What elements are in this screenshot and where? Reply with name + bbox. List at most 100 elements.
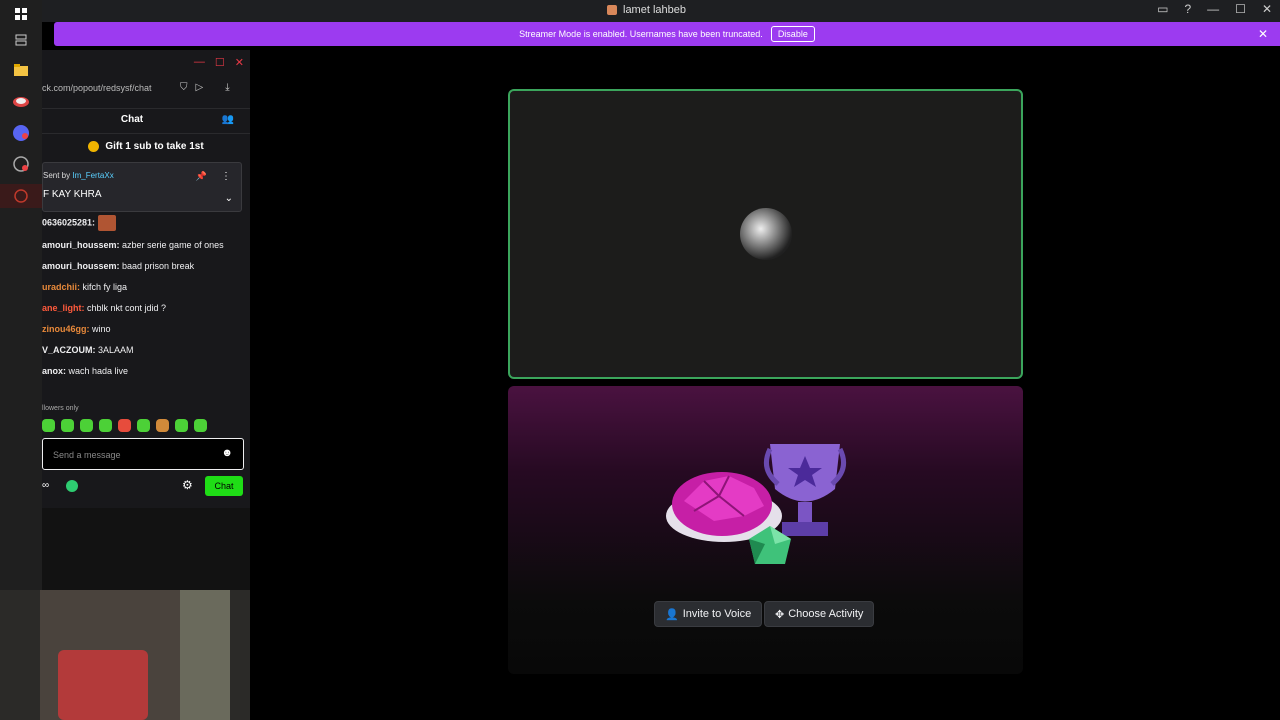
emote-icon xyxy=(97,215,116,231)
emote-icon[interactable] xyxy=(42,419,55,432)
chat-username[interactable]: amouri_houssem: xyxy=(42,240,120,250)
pinned-sender[interactable]: Im_FertaXx xyxy=(72,171,113,180)
webcam-chair xyxy=(58,650,148,720)
url-bar-icons: ⛉ ▷ ⤓ xyxy=(180,82,230,93)
invite-to-voice-button[interactable]: 👤 Invite to Voice xyxy=(654,601,763,627)
server-avatar-icon xyxy=(607,5,617,15)
user-avatar[interactable] xyxy=(740,208,792,260)
chat-header: Chat 👥 xyxy=(42,108,250,134)
maximize-button[interactable]: ☐ xyxy=(1235,2,1246,16)
webcam-feed xyxy=(0,590,250,720)
emote-icon[interactable] xyxy=(156,419,169,432)
emoji-icon[interactable]: ☻ xyxy=(221,447,233,459)
minimize-icon[interactable]: — xyxy=(194,56,205,69)
chat-message: 0636025281: xyxy=(42,215,242,231)
chat-username[interactable]: 0636025281: xyxy=(42,217,95,227)
chat-message: amouri_houssem: azber serie game of ones xyxy=(42,239,242,252)
desktop: lamet lahbeb ▭ ? — ☐ ✕ Streamer Mode is … xyxy=(0,0,1280,720)
gear-icon[interactable]: ⚙ xyxy=(182,478,193,492)
chat-message: V_ACZOUM: 3ALAAM xyxy=(42,344,242,357)
disable-streamer-mode-button[interactable]: Disable xyxy=(770,26,815,42)
chat-window-controls: — ☐ ✕ xyxy=(194,56,244,69)
title-bar: lamet lahbeb ▭ ? — ☐ ✕ xyxy=(42,0,1280,22)
gift-sub-bar[interactable]: Gift 1 sub to take 1st xyxy=(42,136,250,156)
chat-send-button[interactable]: Chat xyxy=(205,476,243,496)
webcam-door xyxy=(180,590,230,720)
banner-text: Streamer Mode is enabled. Usernames have… xyxy=(519,29,763,39)
help-icon[interactable]: ? xyxy=(1184,2,1191,16)
chat-username[interactable]: zinou46gg: xyxy=(42,324,90,334)
emote-icon[interactable] xyxy=(137,419,150,432)
chat-footer: ∞ ⚙ Chat xyxy=(42,476,250,500)
close-button[interactable]: ✕ xyxy=(1262,2,1272,16)
emote-icon[interactable] xyxy=(99,419,112,432)
task-view-icon[interactable] xyxy=(11,30,31,50)
chat-message: ane_light: chblk nkt cont jdid ? xyxy=(42,302,242,315)
users-icon[interactable]: 👥 xyxy=(222,114,234,125)
chat-message: anox: wach hada live xyxy=(42,365,242,378)
minimize-button[interactable]: — xyxy=(1207,2,1219,16)
emote-icon[interactable] xyxy=(61,419,74,432)
pinned-message[interactable]: Sent by Im_FertaXx F KAY KHRA 📌 ⋮ ⌄ xyxy=(42,162,242,212)
url-text[interactable]: ck.com/popout/redsysf/chat xyxy=(42,83,176,93)
pinned-message-text: F KAY KHRA xyxy=(43,189,102,200)
choose-activity-button[interactable]: ✥ Choose Activity xyxy=(764,601,875,627)
close-icon[interactable]: ✕ xyxy=(235,56,244,69)
gem-illustration-icon xyxy=(749,526,791,564)
chat-username[interactable]: anox: xyxy=(42,366,66,376)
chat-text: azber serie game of ones xyxy=(119,240,224,250)
window-title-text: lamet lahbeb xyxy=(623,4,686,16)
twitch-chat-window: — ☐ ✕ ck.com/popout/redsysf/chat ⛉ ▷ ⤓ C… xyxy=(42,50,250,508)
chat-text: 3ALAAM xyxy=(95,345,134,355)
send-message-input[interactable] xyxy=(53,447,213,463)
add-user-icon: 👤 xyxy=(665,608,679,621)
chat-text: baad prison break xyxy=(119,261,195,271)
pin-icon[interactable]: 📌 xyxy=(196,171,207,182)
browser-icon[interactable] xyxy=(11,154,31,174)
chat-username[interactable]: ane_light: xyxy=(42,303,85,313)
emote-icon[interactable] xyxy=(194,419,207,432)
play-icon[interactable]: ▷ xyxy=(196,82,204,93)
window-title: lamet lahbeb xyxy=(607,4,686,16)
chat-title: Chat xyxy=(120,114,144,125)
chat-message: uradchii: kifch fy liga xyxy=(42,281,242,294)
chat-text: wino xyxy=(89,324,111,334)
emote-icon[interactable] xyxy=(118,419,131,432)
gift-text: Gift 1 sub to take 1st xyxy=(105,140,204,152)
pinned-sent-by: Sent by Im_FertaXx xyxy=(43,171,114,180)
obs-icon[interactable] xyxy=(0,184,42,208)
more-options-icon[interactable]: ⋮ xyxy=(221,171,231,182)
discord-icon[interactable] xyxy=(11,123,31,143)
app-icon[interactable] xyxy=(11,92,31,112)
banner-close-icon[interactable]: ✕ xyxy=(1258,27,1268,41)
chat-input-box: ☻ xyxy=(42,438,244,470)
chat-message-list: 0636025281: amouri_houssem: azber serie … xyxy=(42,215,242,386)
chat-text: wach hada live xyxy=(66,366,129,376)
chat-message: zinou46gg: wino xyxy=(42,323,242,336)
chat-text: chblk nkt cont jdid ? xyxy=(84,303,167,313)
chat-username[interactable]: amouri_houssem: xyxy=(42,261,120,271)
emote-bar xyxy=(42,419,207,432)
streamer-mode-banner: Streamer Mode is enabled. Usernames have… xyxy=(54,22,1280,46)
maximize-icon[interactable]: ☐ xyxy=(215,56,225,69)
download-icon[interactable]: ⤓ xyxy=(225,82,229,93)
empty-panel xyxy=(42,508,250,590)
activity-icon: ✥ xyxy=(775,608,785,621)
windows-start-icon[interactable] xyxy=(11,4,31,24)
inbox-icon[interactable]: ▭ xyxy=(1157,2,1168,16)
invite-to-voice-label: Invite to Voice xyxy=(682,608,752,620)
file-explorer-icon[interactable] xyxy=(11,60,31,80)
extension-icon[interactable] xyxy=(66,480,78,492)
choose-activity-label: Choose Activity xyxy=(788,608,864,620)
sent-by-label: Sent by xyxy=(43,171,71,180)
emote-icon[interactable] xyxy=(80,419,93,432)
channel-points-icon[interactable]: ∞ xyxy=(42,480,49,491)
chat-username[interactable]: uradchii: xyxy=(42,282,80,292)
chat-username[interactable]: V_ACZOUM: xyxy=(42,345,96,355)
followers-only-label: llowers only xyxy=(42,405,79,412)
voice-participant-tile[interactable] xyxy=(508,89,1023,379)
chevron-down-icon[interactable]: ⌄ xyxy=(225,193,233,204)
window-controls: ▭ ? — ☐ ✕ xyxy=(1157,2,1272,16)
emote-icon[interactable] xyxy=(175,419,188,432)
shield-icon[interactable]: ⛉ xyxy=(180,82,188,93)
